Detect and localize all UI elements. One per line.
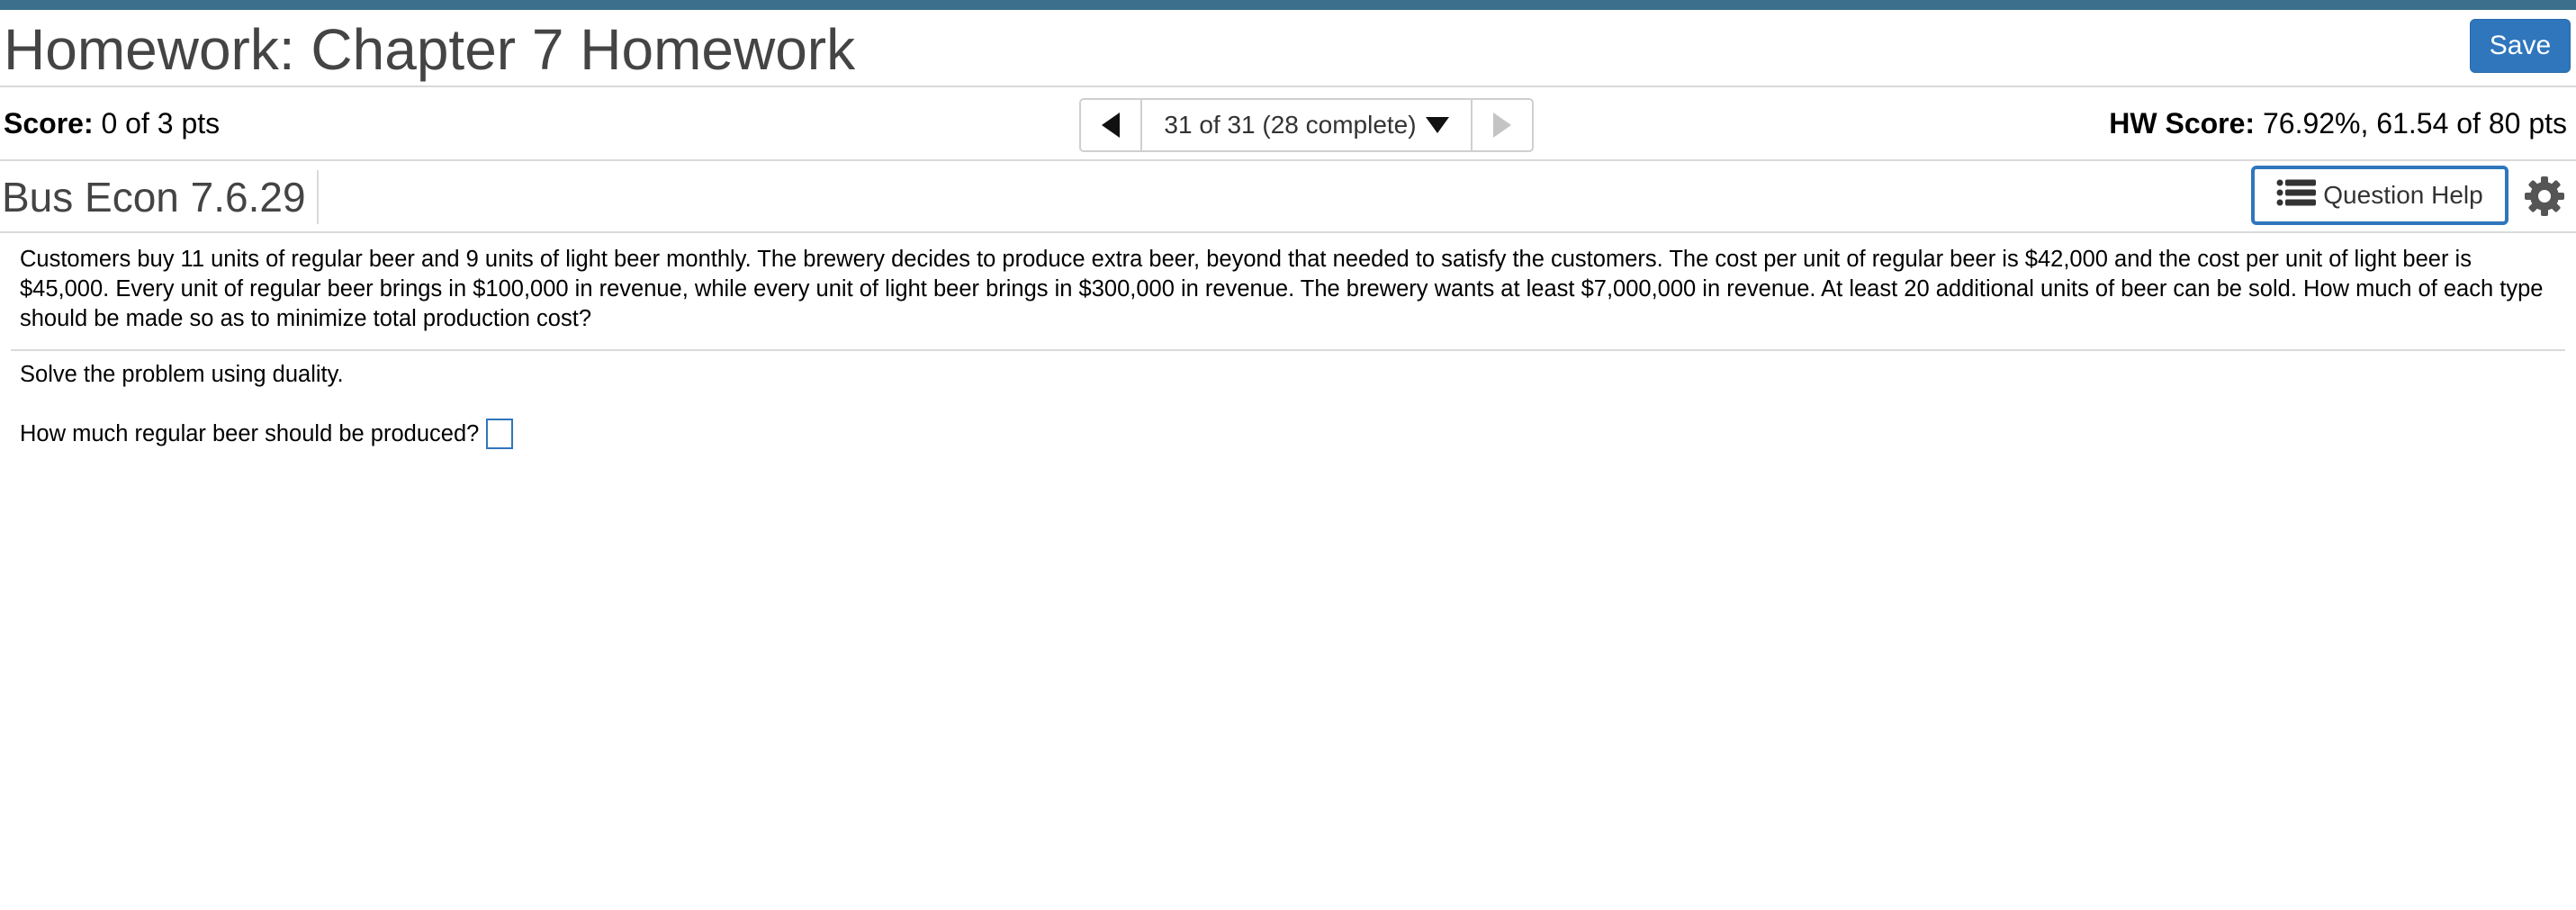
question-help-label: Question Help [2323,181,2483,209]
divider [11,349,2565,351]
question-text: Customers buy 11 units of regular beer a… [20,247,2544,331]
page-title: Homework: Chapter 7 Homework [4,17,856,82]
question-help-button[interactable]: Question Help [2251,166,2508,225]
previous-question-button[interactable] [1081,100,1142,150]
question-id: Bus Econ 7.6.29 [2,170,319,224]
regular-beer-answer-input[interactable] [486,419,514,449]
score-value: 0 of 3 pts [101,107,221,140]
top-accent-bar [0,0,2576,10]
hw-score-label: HW Score: [2109,107,2256,140]
answer-prompt: How much regular beer should be produced… [20,421,480,446]
answer-row: How much regular beer should be produced… [20,416,514,452]
caret-left-icon [1102,113,1120,138]
score: Score: 0 of 3 pts [4,105,220,141]
gear-icon[interactable] [2524,176,2565,217]
question-pager: 31 of 31 (28 complete) [1079,98,1534,152]
question-selector-dropdown[interactable]: 31 of 31 (28 complete) [1142,100,1471,150]
question-header: Bus Econ 7.6.29 Question Help [0,161,2576,233]
next-question-button[interactable] [1471,100,1532,150]
question-selector-text: 31 of 31 (28 complete) [1164,111,1417,139]
hw-score: HW Score: 76.92%, 61.54 of 80 pts [2109,105,2567,141]
score-bar: Score: 0 of 3 pts 31 of 31 (28 complete)… [0,87,2576,161]
caret-right-icon [1493,113,1511,138]
instruction-text: Solve the problem using duality. [20,362,344,387]
save-button[interactable]: Save [2470,19,2571,73]
score-label: Score: [4,107,94,140]
list-icon [2276,179,2318,212]
hw-score-value: 76.92%, 61.54 of 80 pts [2262,107,2567,140]
caret-down-icon [1425,117,1449,133]
title-bar: Homework: Chapter 7 Homework Save [0,10,2576,87]
